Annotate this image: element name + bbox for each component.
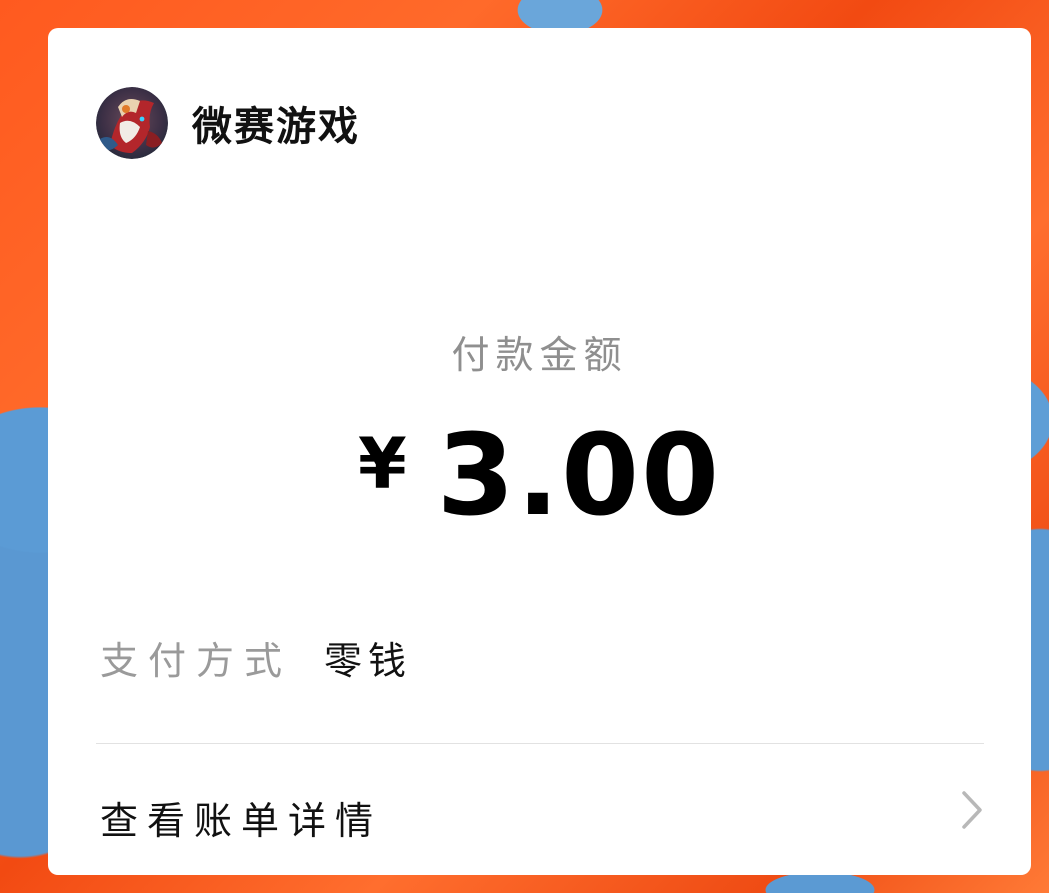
view-bill-details-label: 查看账单详情 [100,799,383,843]
merchant-avatar [96,87,168,159]
payment-receipt-card: 微赛游戏 付款金额 ¥3.00 支付方式 零钱 查看账单详情 [48,28,1031,875]
payment-method-value: 零钱 [324,639,413,683]
merchant-header: 微赛游戏 [96,87,360,159]
amount-value: 3.00 [436,411,722,541]
chevron-right-icon [962,791,982,829]
payment-method-label: 支付方式 [100,639,293,683]
payment-amount: ¥3.00 [48,420,1031,532]
currency-symbol: ¥ [357,423,407,505]
payment-method-row: 支付方式 零钱 [100,630,412,685]
amount-label: 付款金额 [451,333,628,377]
view-bill-details-button[interactable]: 查看账单详情 [48,744,1031,875]
merchant-name: 微赛游戏 [192,103,360,150]
